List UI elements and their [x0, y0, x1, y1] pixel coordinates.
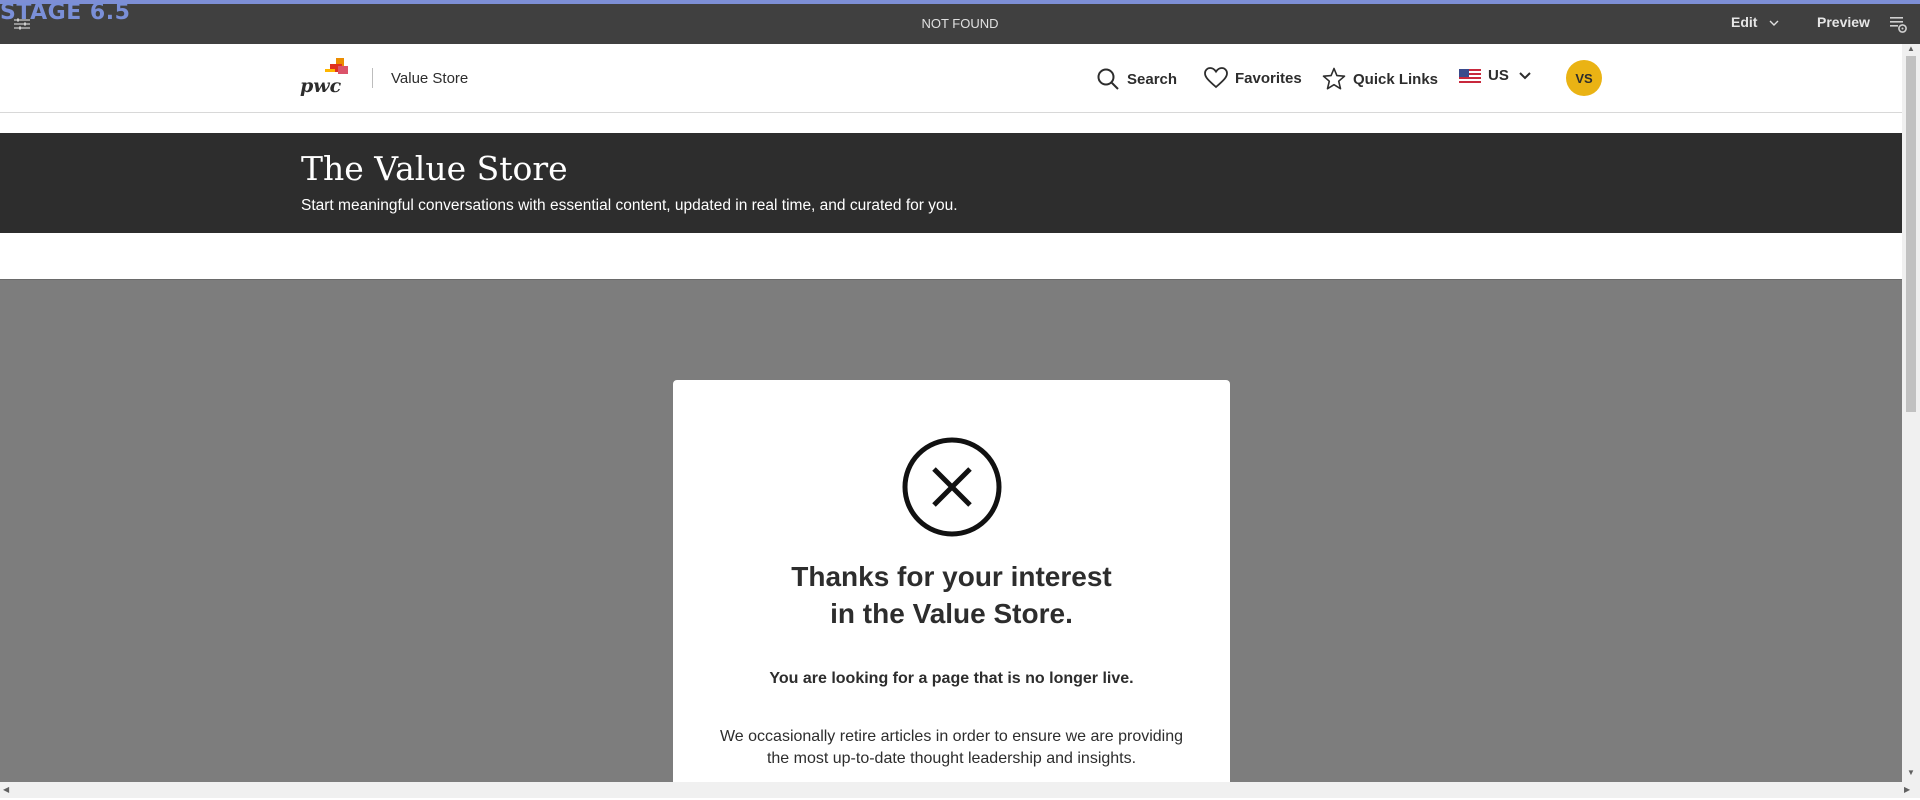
edit-mode-button[interactable]: Edit	[1731, 14, 1779, 30]
scroll-left-icon[interactable]: ◀	[3, 785, 9, 794]
close-circle-icon	[902, 437, 1002, 537]
chevron-down-icon	[1769, 20, 1779, 27]
logo-text: pwc	[300, 75, 342, 97]
dialog-title: Thanks for your interest in the Value St…	[673, 558, 1230, 632]
preview-button[interactable]: Preview	[1817, 14, 1870, 30]
brand-name[interactable]: Value Store	[391, 70, 468, 87]
locale-label: US	[1488, 67, 1509, 84]
heart-icon	[1204, 67, 1228, 89]
scroll-up-icon[interactable]: ▲	[1907, 44, 1915, 53]
search-label: Search	[1127, 70, 1178, 88]
us-flag-icon	[1459, 68, 1481, 83]
hero-subtitle: Start meaningful conversations with esse…	[301, 197, 958, 214]
author-toolbar: STAGE 6.5 NOT FOUND Edit Preview	[0, 0, 1920, 44]
locale-selector[interactable]: US	[1459, 67, 1532, 84]
vertical-scrollbar[interactable]: ▲ ▼	[1902, 44, 1920, 782]
search-nav-button[interactable]: Search	[1096, 67, 1177, 91]
pwc-logo-mark: pwc	[300, 58, 348, 97]
favorites-nav-button[interactable]: Favorites	[1204, 67, 1302, 89]
logo-divider	[372, 68, 373, 88]
dialog-title-line2: in the Value Store.	[830, 598, 1073, 629]
hero-banner: The Value Store Start meaningful convers…	[0, 133, 1902, 233]
scroll-down-icon[interactable]: ▼	[1907, 768, 1915, 777]
chevron-down-icon	[1519, 71, 1531, 79]
dialog-title-line1: Thanks for your interest	[791, 561, 1112, 592]
favorites-label: Favorites	[1235, 69, 1302, 87]
panel-settings-icon[interactable]	[1888, 14, 1908, 34]
search-icon	[1097, 68, 1119, 90]
dialog-lead: You are looking for a page that is no lo…	[769, 670, 1134, 687]
vertical-scrollbar-thumb[interactable]	[1906, 56, 1916, 412]
user-avatar[interactable]: VS	[1566, 60, 1602, 96]
scroll-right-icon[interactable]: ▶	[1904, 785, 1910, 794]
dialog-body: We occasionally retire articles in order…	[713, 726, 1190, 770]
quick-links-nav-button[interactable]: Quick Links	[1322, 67, 1438, 91]
page-status: NOT FOUND	[921, 16, 999, 31]
star-icon	[1322, 67, 1346, 90]
pwc-logo[interactable]: pwc	[300, 58, 352, 98]
dialog-body-line1: We occasionally retire articles in order…	[719, 728, 1184, 745]
quick-links-label: Quick Links	[1353, 70, 1439, 88]
site-header: pwc Value Store Search Favorites Quick L…	[0, 44, 1902, 113]
horizontal-scrollbar[interactable]: ◀ ▶	[0, 782, 1920, 798]
edit-label: Edit	[1731, 14, 1758, 30]
not-found-dialog: Thanks for your interest in the Value St…	[673, 380, 1230, 800]
page-title: The Value Store	[301, 149, 568, 188]
dialog-body-line2: the most up-to-date thought leadership a…	[766, 750, 1137, 767]
